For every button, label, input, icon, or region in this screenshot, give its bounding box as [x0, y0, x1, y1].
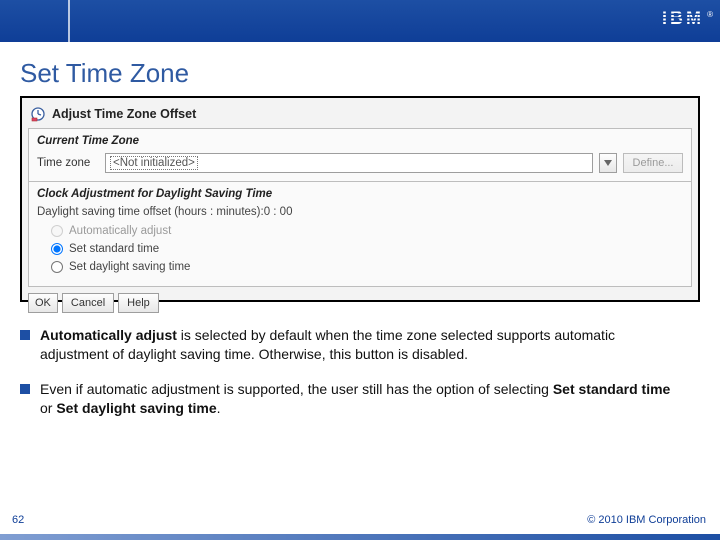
- help-button[interactable]: Help: [118, 293, 159, 313]
- bullet-2-pre: Even if automatic adjustment is supporte…: [40, 381, 553, 397]
- page-number: 62: [12, 514, 24, 526]
- radio-auto-input[interactable]: [51, 225, 63, 237]
- ibm-logo: IBM: [662, 8, 704, 29]
- bullet-icon: [20, 330, 30, 340]
- dst-panel: Clock Adjustment for Daylight Saving Tim…: [28, 181, 692, 287]
- timezone-value: <Not initialized>: [110, 156, 198, 170]
- dialog-title: Adjust Time Zone Offset: [52, 107, 196, 121]
- bullet-2-bold2: Set daylight saving time: [56, 400, 216, 416]
- timezone-select[interactable]: <Not initialized>: [105, 153, 593, 173]
- define-button[interactable]: Define...: [623, 153, 683, 173]
- dialog-screenshot: Adjust Time Zone Offset Current Time Zon…: [20, 96, 700, 302]
- dst-offset-value: 0 : 00: [264, 206, 293, 218]
- page-title: Set Time Zone: [20, 58, 189, 89]
- radio-daylight-label: Set daylight saving time: [69, 258, 190, 276]
- footer-stripe: [0, 534, 720, 540]
- copyright: © 2010 IBM Corporation: [587, 514, 706, 526]
- cancel-button[interactable]: Cancel: [62, 293, 114, 313]
- bullet-1-text: Automatically adjust is selected by defa…: [40, 326, 680, 364]
- slide-root: IBM ® Set Time Zone Adjust Time Zone Off…: [0, 0, 720, 540]
- radio-auto-label: Automatically adjust: [69, 222, 171, 240]
- dialog-button-row: OK Cancel Help: [28, 293, 692, 313]
- radio-standard-input[interactable]: [51, 243, 63, 255]
- ok-button[interactable]: OK: [28, 293, 58, 313]
- section-dst: Clock Adjustment for Daylight Saving Tim…: [37, 188, 683, 200]
- radio-daylight-time[interactable]: Set daylight saving time: [51, 258, 683, 276]
- body-text: Automatically adjust is selected by defa…: [20, 326, 680, 434]
- radio-standard-time[interactable]: Set standard time: [51, 240, 683, 258]
- bullet-2-mid: or: [40, 400, 56, 416]
- current-timezone-panel: Current Time Zone Time zone <Not initial…: [28, 128, 692, 182]
- timezone-dropdown-arrow[interactable]: [599, 153, 617, 173]
- chevron-down-icon: [604, 160, 612, 166]
- dst-offset-label: Daylight saving time offset (hours : min…: [37, 206, 264, 218]
- dst-radio-group: Automatically adjust Set standard time S…: [37, 222, 683, 276]
- radio-daylight-input[interactable]: [51, 261, 63, 273]
- radio-standard-label: Set standard time: [69, 240, 159, 258]
- timezone-row: Time zone <Not initialized> Define...: [37, 153, 683, 173]
- timezone-label: Time zone: [37, 157, 99, 169]
- header-band: IBM ®: [0, 0, 720, 42]
- radio-auto-adjust[interactable]: Automatically adjust: [51, 222, 683, 240]
- header-divider: [68, 0, 70, 42]
- section-current-timezone: Current Time Zone: [37, 135, 683, 147]
- bullet-1-bold: Automatically adjust: [40, 327, 177, 343]
- clock-icon: [30, 106, 46, 122]
- dialog-titlebar: Adjust Time Zone Offset: [28, 104, 692, 126]
- bullet-2-end: .: [217, 400, 221, 416]
- bullet-2-bold1: Set standard time: [553, 381, 670, 397]
- bullet-2: Even if automatic adjustment is supporte…: [20, 380, 680, 418]
- dst-offset-line: Daylight saving time offset (hours : min…: [37, 206, 683, 218]
- bullet-1: Automatically adjust is selected by defa…: [20, 326, 680, 364]
- bullet-2-text: Even if automatic adjustment is supporte…: [40, 380, 680, 418]
- bullet-icon: [20, 384, 30, 394]
- registered-mark: ®: [707, 10, 713, 19]
